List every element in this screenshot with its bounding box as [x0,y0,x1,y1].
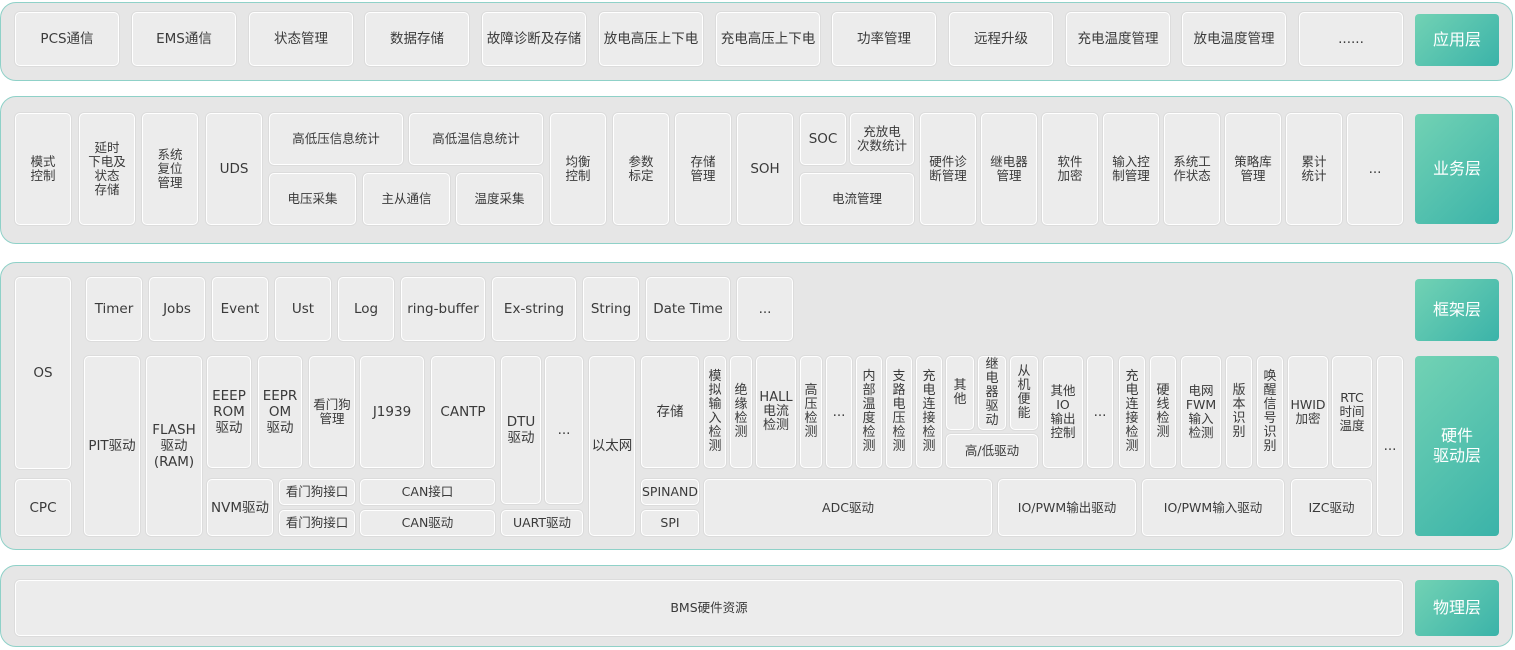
drv-branch-voltage-detect: 支 路 电 压 检 测 [886,356,912,468]
biz-policy-lib: 策略库 管理 [1225,113,1281,225]
drv-j1939: J1939 [360,356,424,468]
drv-adc: ADC驱动 [704,479,992,536]
drv-high-low-drive: 高/低驱动 [946,434,1038,468]
biz-temp-acq: 温度采集 [456,173,543,225]
biz-uds: UDS [206,113,262,225]
app-charge-temp: 充电温度管理 [1066,12,1170,66]
fw-log: Log [338,277,394,341]
biz-balance-control: 均衡 控制 [550,113,606,225]
biz-voltage-acq: 电压采集 [269,173,356,225]
business-layer-label: 业务层 [1415,114,1499,224]
drv-io-more: ... [1087,356,1113,468]
phys-bms-hardware: BMS硬件资源 [15,580,1403,636]
biz-relay-mgmt: 继电器 管理 [981,113,1037,225]
drv-io-pwm-output: IO/PWM输出驱动 [998,479,1136,536]
biz-soh: SOH [737,113,793,225]
app-fault-diag: 故障诊断及存储 [482,12,586,66]
fw-more: ... [737,277,793,341]
driver-layer-label: 硬件 驱动层 [1415,356,1499,536]
fw-jobs: Jobs [149,277,205,341]
drv-nvm: NVM驱动 [207,479,273,536]
fw-os: OS [15,277,71,469]
app-discharge-temp: 放电温度管理 [1182,12,1286,66]
drv-flash: FLASH 驱动 (RAM) [146,356,202,536]
drv-wakeup-signal-identify: 唤 醒 信 号 识 别 [1257,356,1283,468]
fw-ring-buffer: ring-buffer [401,277,485,341]
drv-uart: UART驱动 [501,510,583,536]
drv-spinand: SPINAND [641,479,699,505]
drv-hall-current-detect: HALL 电流 检测 [756,356,796,468]
drv-other: 其 他 [946,356,974,430]
app-power-mgmt: 功率管理 [832,12,936,66]
fw-event: Event [212,277,268,341]
drv-cantp: CANTP [431,356,495,468]
app-state-mgmt: 状态管理 [249,12,353,66]
drv-other-io-output: 其他 IO 输出 控制 [1043,356,1083,468]
drv-internal-temp-detect: 内 部 温 度 检 测 [856,356,882,468]
drv-analog-input-detect: 模 拟 输 入 检 测 [704,356,726,468]
drv-hv-detect: 高 压 检 测 [800,356,822,468]
biz-mode-control: 模式 控制 [15,113,71,225]
biz-system-reset: 系统 复位 管理 [142,113,198,225]
drv-charge-connect-detect-2: 充 电 连 接 检 测 [1119,356,1145,468]
drv-version-identify: 版 本 识 别 [1226,356,1252,468]
fw-timer: Timer [86,277,142,341]
biz-temp-stats: 高低温信息统计 [409,113,543,165]
app-ems-comm: EMS通信 [132,12,236,66]
app-discharge-hv: 放电高压上下电 [599,12,703,66]
biz-more: ... [1347,113,1403,225]
drv-izc: IZC驱动 [1291,479,1372,536]
drv-can-interface: CAN接口 [360,479,495,505]
framework-layer-label: 框架层 [1415,279,1499,341]
biz-current-mgmt: 电流管理 [800,173,914,225]
drv-dtu-more: ... [545,356,583,504]
biz-cycle-count-stats: 充放电 次数统计 [850,113,914,165]
biz-software-encrypt: 软件 加密 [1042,113,1098,225]
drv-watchdog-mgmt: 看门狗 管理 [309,356,355,468]
drv-rtc-time-temp: RTC 时间 温度 [1332,356,1372,468]
app-more: ...... [1299,12,1403,66]
drv-spi: SPI [641,510,699,536]
biz-param-calibration: 参数 标定 [613,113,669,225]
drv-charge-connect-detect-1: 充 电 连 接 检 测 [916,356,942,468]
drv-grid-fwm-input: 电网 FWM 输入 检测 [1181,356,1221,468]
physical-layer-label: 物理层 [1415,580,1499,636]
drv-ethernet: 以太网 [589,356,635,536]
biz-delay-powerdown: 延时 下电及 状态 存储 [79,113,135,225]
drv-io-pwm-input: IO/PWM输入驱动 [1142,479,1284,536]
drv-dtu: DTU 驱动 [501,356,541,504]
drv-more: ... [1377,356,1403,536]
biz-hw-diag-mgmt: 硬件诊 断管理 [920,113,976,225]
drv-eeprom: EEPR OM 驱动 [258,356,302,468]
drv-watchdog-interface-1: 看门狗接口 [279,479,355,505]
biz-input-control: 输入控 制管理 [1103,113,1159,225]
drv-hwid-encrypt: HWID 加密 [1288,356,1328,468]
drv-adc-more: ... [826,356,852,468]
application-layer-label: 应用层 [1415,14,1499,66]
fw-string: String [583,277,639,341]
fw-ex-string: Ex-string [492,277,576,341]
fw-cpc: CPC [15,479,71,536]
fw-ust: Ust [275,277,331,341]
drv-insulation-detect: 绝 缘 检 测 [730,356,752,468]
drv-hardwire-detect: 硬 线 检 测 [1150,356,1176,468]
biz-accum-stats: 累计 统计 [1286,113,1342,225]
app-charge-hv: 充电高压上下电 [716,12,820,66]
drv-watchdog-interface-2: 看门狗接口 [279,510,355,536]
app-pcs-comm: PCS通信 [15,12,119,66]
biz-master-slave-comm: 主从通信 [363,173,450,225]
biz-hv-stats: 高低压信息统计 [269,113,403,165]
app-remote-upgrade: 远程升级 [949,12,1053,66]
biz-storage-mgmt: 存储 管理 [675,113,731,225]
fw-date-time: Date Time [646,277,730,341]
drv-can-driver: CAN驱动 [360,510,495,536]
drv-eeeprom: EEEP ROM 驱动 [207,356,251,468]
app-data-storage: 数据存储 [365,12,469,66]
biz-system-state: 系统工 作状态 [1164,113,1220,225]
drv-relay-driver: 继 电 器 驱 动 [978,356,1006,430]
drv-storage: 存储 [641,356,699,468]
drv-slave-power: 从 机 便 能 [1010,356,1038,430]
drv-pit: PIT驱动 [84,356,140,536]
biz-soc: SOC [800,113,846,165]
